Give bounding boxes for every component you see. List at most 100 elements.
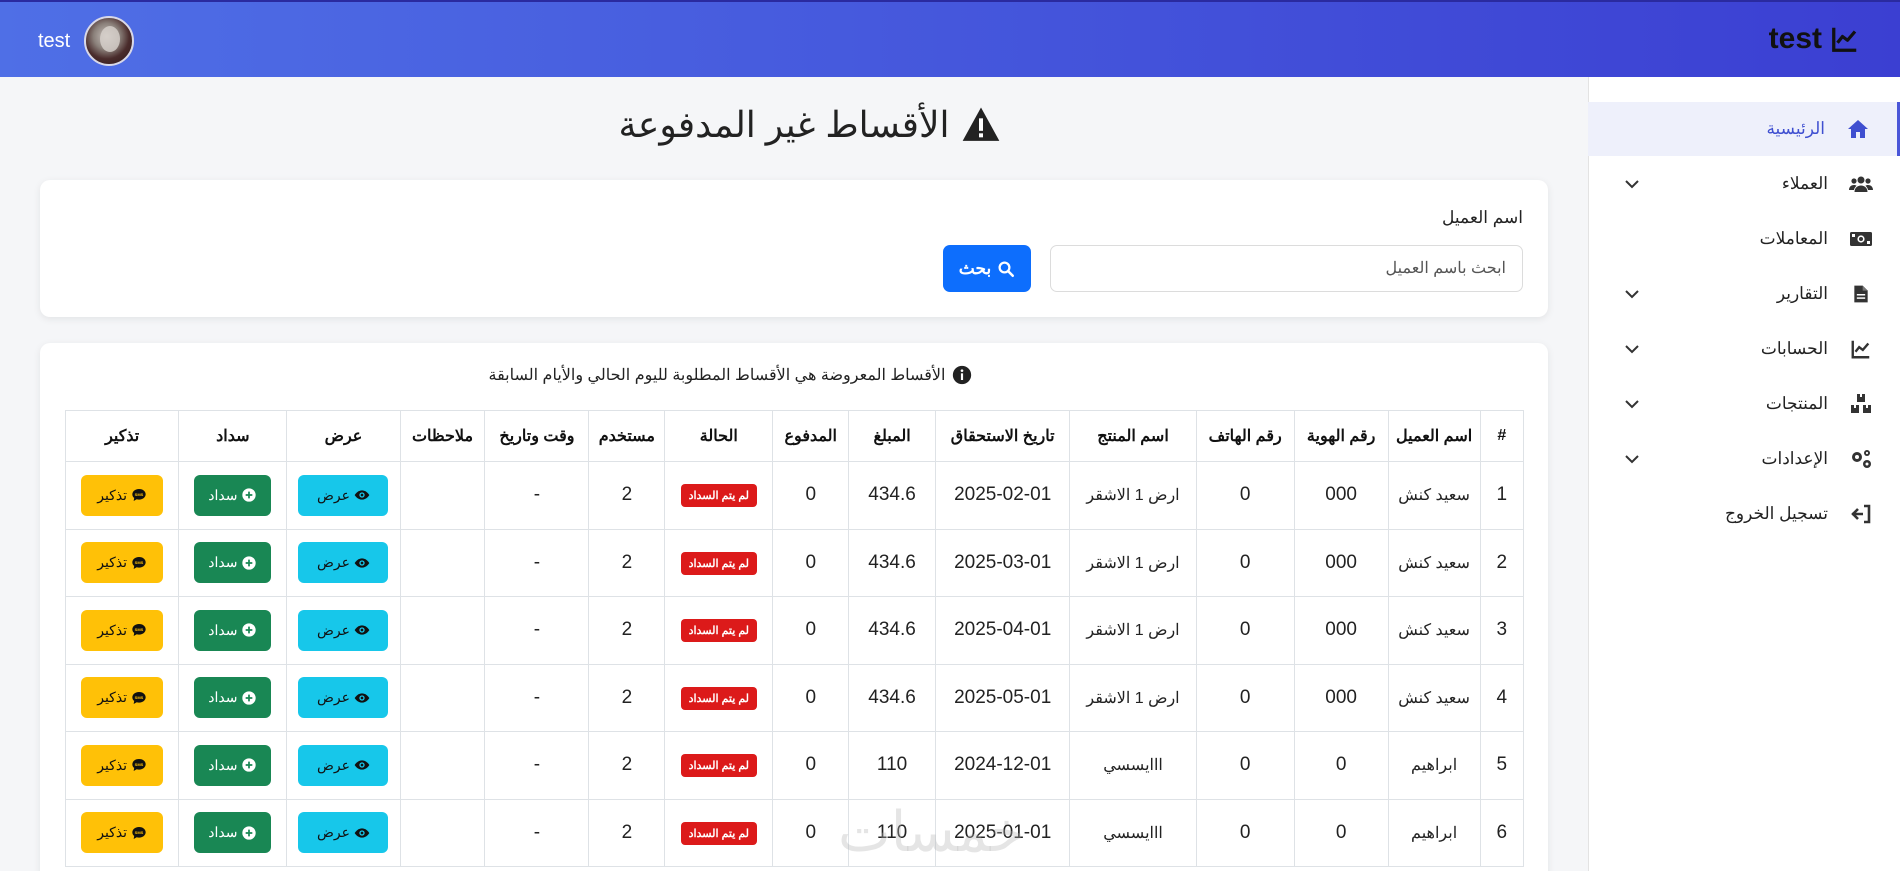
info-icon: [952, 365, 971, 385]
sidebar: الرئيسية العملاء المعاملات التقارير الحس…: [1588, 77, 1900, 871]
logout-icon: [1848, 501, 1874, 527]
cell-num: 2: [1479, 528, 1525, 597]
cell-datetime: -: [484, 461, 590, 530]
cell-pay: سداد: [178, 798, 288, 867]
pay-button-label: سداد: [208, 621, 238, 638]
cell-user: 2: [588, 798, 666, 867]
sms-icon: SMS: [132, 826, 146, 839]
eye-icon: [354, 625, 370, 635]
sidebar-item-label: الإعدادات: [1761, 449, 1828, 468]
avatar[interactable]: [84, 16, 135, 66]
sidebar-item-logout[interactable]: تسجيل الخروج: [1588, 487, 1900, 541]
col-header-due: تاريخ الاستحقاق: [934, 410, 1071, 462]
col-header-client: اسم العميل: [1387, 410, 1481, 462]
status-badge: لم يتم السداد: [680, 484, 757, 508]
cell-due: 2025-05-01: [934, 663, 1071, 732]
view-button[interactable]: عرض: [298, 677, 389, 719]
table-row: 6 ابراهيم 0 0 ااايسسي 2025-01-01 110 0 ل…: [64, 798, 1525, 867]
brand-logo[interactable]: test: [1769, 22, 1860, 56]
cell-notes: [399, 461, 486, 530]
pay-button[interactable]: سداد: [194, 812, 272, 854]
pay-button[interactable]: سداد: [194, 474, 272, 516]
cell-datetime: -: [484, 731, 590, 800]
sidebar-item-label: الرئيسية: [1766, 119, 1825, 138]
cell-num: 4: [1479, 663, 1525, 732]
pay-button[interactable]: سداد: [194, 677, 272, 719]
pay-button[interactable]: سداد: [194, 609, 272, 651]
cell-datetime: -: [484, 596, 590, 665]
sidebar-item-clients[interactable]: العملاء: [1588, 157, 1900, 211]
cell-product: ارض 1 الاشقر: [1069, 461, 1197, 530]
chevron-down-icon[interactable]: [1624, 176, 1640, 192]
cell-paid: 0: [772, 461, 850, 530]
search-button[interactable]: بحث: [943, 245, 1031, 292]
pay-button[interactable]: سداد: [194, 744, 272, 786]
view-button[interactable]: عرض: [298, 542, 389, 584]
cell-status: لم يتم السداد: [664, 461, 774, 530]
cell-paid: 0: [772, 528, 850, 597]
money-icon: [1848, 226, 1874, 252]
remind-button[interactable]: SMS تذكير: [81, 744, 164, 786]
pay-button-label: سداد: [208, 824, 238, 841]
svg-text:SMS: SMS: [135, 627, 144, 632]
sidebar-item-products[interactable]: المنتجات: [1588, 377, 1900, 431]
file-icon: [1848, 281, 1874, 307]
col-header-product: اسم المنتج: [1069, 410, 1197, 462]
sidebar-item-home[interactable]: الرئيسية: [1588, 102, 1900, 156]
cell-user: 2: [588, 731, 666, 800]
eye-icon: [354, 490, 370, 500]
search-card: اسم العميل بحث: [40, 180, 1548, 317]
view-button-label: عرض: [316, 756, 350, 773]
remind-button[interactable]: SMS تذكير: [81, 677, 164, 719]
cell-due: 2025-02-01: [934, 461, 1071, 530]
view-button[interactable]: عرض: [298, 812, 389, 854]
sms-icon: SMS: [132, 691, 146, 704]
user-menu[interactable]: test: [38, 16, 135, 66]
pay-button-label: سداد: [208, 756, 238, 773]
cell-product: ارض 1 الاشقر: [1069, 596, 1197, 665]
pay-button-label: سداد: [208, 689, 238, 706]
remind-button[interactable]: SMS تذكير: [81, 609, 164, 651]
sidebar-item-settings[interactable]: الإعدادات: [1588, 432, 1900, 486]
view-button[interactable]: عرض: [298, 609, 389, 651]
cell-notes: [399, 528, 486, 597]
sidebar-item-reports[interactable]: التقارير: [1588, 267, 1900, 321]
chevron-down-icon[interactable]: [1624, 341, 1640, 357]
remind-button[interactable]: SMS تذكير: [81, 542, 164, 584]
col-header-num: #: [1479, 410, 1525, 462]
chevron-down-icon[interactable]: [1624, 451, 1640, 467]
remind-button[interactable]: SMS تذكير: [81, 812, 164, 854]
cell-amount: 434.6: [848, 663, 936, 732]
search-input[interactable]: [1050, 245, 1523, 292]
view-button[interactable]: عرض: [298, 744, 389, 786]
cell-notes: [399, 798, 486, 867]
pay-button[interactable]: سداد: [194, 542, 272, 584]
cell-product: ارض 1 الاشقر: [1069, 528, 1197, 597]
status-badge: لم يتم السداد: [680, 821, 757, 845]
svg-text:SMS: SMS: [135, 492, 144, 497]
cell-status: لم يتم السداد: [664, 596, 774, 665]
remind-button-label: تذكير: [97, 756, 128, 773]
cell-amount: 434.6: [848, 596, 936, 665]
plus-circle-icon: [242, 758, 257, 772]
cell-status: لم يتم السداد: [664, 663, 774, 732]
view-button[interactable]: عرض: [298, 474, 389, 516]
page-title: الأقساط غير المدفوعة: [520, 100, 1100, 150]
sidebar-item-accounts[interactable]: الحسابات: [1588, 322, 1900, 376]
users-icon: [1848, 171, 1874, 197]
sidebar-item-label: المعاملات: [1759, 229, 1828, 248]
page-title-text: الأقساط غير المدفوعة: [618, 104, 950, 145]
cell-num: 5: [1479, 731, 1525, 800]
status-badge: لم يتم السداد: [680, 551, 757, 575]
table-row: 3 سعيد كنش 000 0 ارض 1 الاشقر 2025-04-01…: [64, 596, 1525, 665]
col-header-datetime: وقت وتاريخ: [484, 410, 590, 462]
chevron-down-icon[interactable]: [1624, 286, 1640, 302]
remind-button-label: تذكير: [97, 824, 128, 841]
remind-button[interactable]: SMS تذكير: [81, 474, 164, 516]
status-badge: لم يتم السداد: [680, 754, 757, 778]
chevron-down-icon[interactable]: [1624, 396, 1640, 412]
cell-product: ااايسسي: [1069, 731, 1197, 800]
cell-status: لم يتم السداد: [664, 528, 774, 597]
cell-amount: 434.6: [848, 528, 936, 597]
sidebar-item-transactions[interactable]: المعاملات: [1588, 212, 1900, 266]
